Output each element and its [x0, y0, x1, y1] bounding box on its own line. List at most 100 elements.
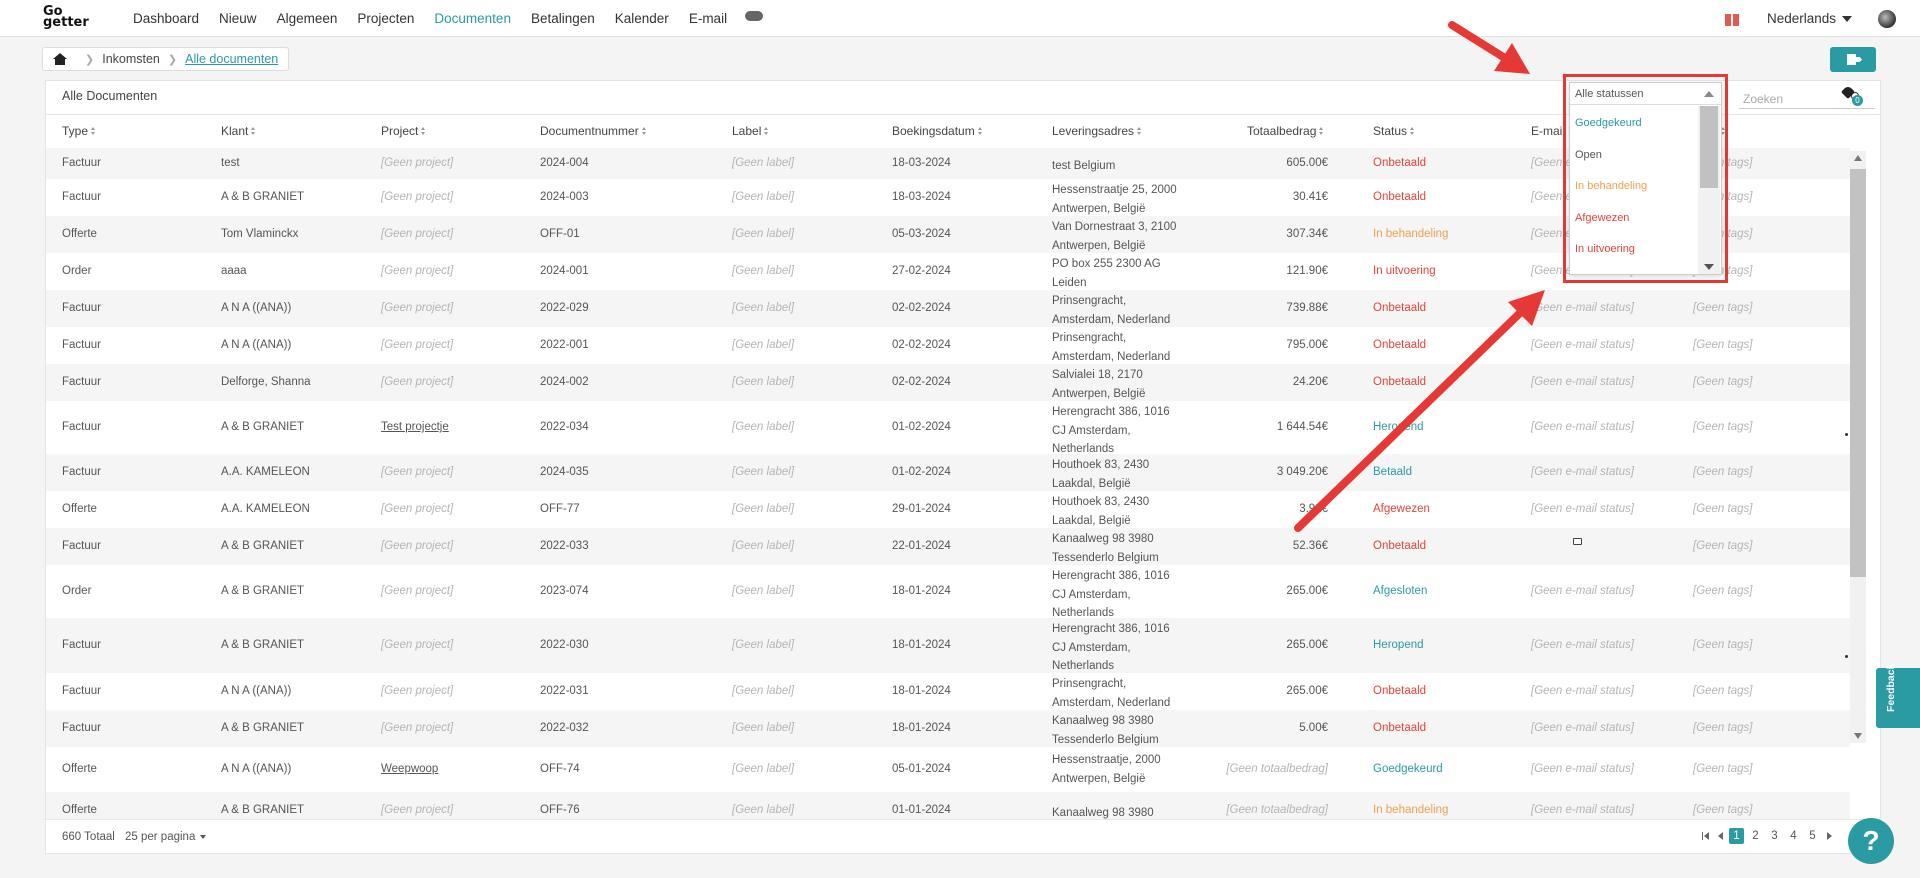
dropdown-scroll-thumb[interactable]	[1700, 106, 1718, 188]
sort-icon[interactable]	[91, 127, 96, 135]
client-cell[interactable]: A.A. KAMELEON	[221, 466, 310, 478]
client-cell[interactable]: A & B GRANIET	[221, 540, 304, 552]
column-header-project[interactable]: Project	[381, 124, 426, 138]
sort-icon[interactable]	[1319, 127, 1324, 135]
column-header-status[interactable]: Status	[1373, 124, 1415, 138]
email-status-cell: [Geen e-mail status]	[1531, 763, 1634, 775]
client-cell[interactable]: A.A. KAMELEON	[221, 503, 310, 515]
page-5[interactable]: 5	[1805, 828, 1820, 844]
table-row[interactable]: Offerte A.A. KAMELEON [Geen project] OFF-77…	[46, 491, 1850, 528]
next-page-icon[interactable]	[1824, 828, 1834, 844]
project-cell[interactable]: Test projectje	[381, 421, 449, 433]
column-header-totaalbedrag[interactable]: Totaalbedrag	[1247, 124, 1324, 138]
project-cell[interactable]: Weepwoop	[381, 763, 438, 775]
page-2[interactable]: 2	[1748, 828, 1763, 844]
table-row[interactable]: Factuur A & B GRANIET [Geen project] 2022-0…	[46, 618, 1850, 673]
status-option-inbehandeling[interactable]: In behandeling	[1575, 180, 1647, 192]
client-cell[interactable]: Tom Vlaminckx	[221, 228, 298, 240]
scroll-down-icon[interactable]	[1704, 264, 1714, 270]
column-header-documentnummer[interactable]: Documentnummer	[540, 124, 647, 138]
first-page-icon[interactable]	[1701, 828, 1711, 844]
sort-icon[interactable]	[251, 127, 256, 135]
page-3[interactable]: 3	[1767, 828, 1782, 844]
per-page-select[interactable]: 25 per pagina	[125, 831, 207, 843]
status-option-open[interactable]: Open	[1575, 149, 1602, 161]
column-header-type[interactable]: Type	[62, 124, 96, 138]
client-cell[interactable]: A N A ((ANA))	[221, 302, 291, 314]
help-button[interactable]: ?	[1848, 818, 1894, 864]
client-cell[interactable]: Delforge, Shanna	[221, 376, 311, 388]
sort-icon[interactable]	[977, 127, 983, 135]
status-option-goedgekeurd[interactable]: Goedgekeurd	[1575, 117, 1642, 129]
nav-item-algemeen[interactable]: Algemeen	[267, 0, 348, 37]
sort-icon[interactable]	[641, 127, 647, 135]
gogetter-logo[interactable]: Go getter	[43, 5, 101, 30]
language-select[interactable]: Nederlands	[1767, 11, 1852, 26]
row-menu-dot[interactable]	[1845, 433, 1848, 436]
status-option-inuitvoering[interactable]: In uitvoering	[1575, 243, 1635, 255]
scroll-down-icon[interactable]	[1854, 733, 1862, 739]
booking-date-cell: 18-03-2024	[892, 191, 951, 203]
status-filter-dropdown[interactable]: Alle statussen Goedgekeurd Open In behande…	[1569, 82, 1722, 275]
breadcrumb-alle-documenten[interactable]: Alle documenten	[185, 52, 278, 66]
export-button[interactable]	[1830, 47, 1876, 72]
row-menu-dot[interactable]	[1845, 655, 1848, 658]
tags-filter-button[interactable]: 0	[1840, 84, 1863, 106]
sort-icon[interactable]	[421, 127, 426, 135]
sort-icon[interactable]	[764, 127, 769, 135]
table-scrollbar[interactable]	[1850, 151, 1866, 743]
client-cell[interactable]: A N A ((ANA))	[221, 685, 291, 697]
page-1[interactable]: 1	[1729, 828, 1744, 844]
table-row[interactable]: Factuur A N A ((ANA)) [Geen project] 2022-0…	[46, 290, 1850, 327]
table-row[interactable]: Factuur Delforge, Shanna [Geen project] 202…	[46, 364, 1850, 401]
client-cell[interactable]: A & B GRANIET	[221, 722, 304, 734]
client-cell[interactable]: A & B GRANIET	[221, 191, 304, 203]
client-cell[interactable]: A N A ((ANA))	[221, 763, 291, 775]
email-status-cell: [Geen e-mail status]	[1531, 376, 1634, 388]
avatar[interactable]	[1878, 9, 1896, 28]
client-cell[interactable]: A & B GRANIET	[221, 585, 304, 597]
gift-icon[interactable]	[1724, 12, 1739, 26]
table-row[interactable]: Factuur A & B GRANIET [Geen project] 2022-0…	[46, 710, 1850, 747]
cloud-icon[interactable]	[745, 11, 764, 21]
nav-item-email[interactable]: E-mail	[679, 0, 737, 37]
client-cell[interactable]: test	[221, 157, 240, 169]
client-cell[interactable]: A N A ((ANA))	[221, 339, 291, 351]
prev-page-icon[interactable]	[1715, 828, 1725, 844]
feedback-tab[interactable]: Feedback	[1876, 664, 1920, 728]
nav-item-betalingen[interactable]: Betalingen	[521, 0, 605, 37]
client-cell[interactable]: A & B GRANIET	[221, 639, 304, 651]
breadcrumb-inkomsten[interactable]: Inkomsten	[102, 52, 160, 66]
table-row[interactable]: Factuur A N A ((ANA)) [Geen project] 2022-0…	[46, 673, 1850, 710]
nav-item-projecten[interactable]: Projecten	[347, 0, 424, 37]
table-row[interactable]: Factuur A & B GRANIET Test projectje 2022-0…	[46, 401, 1850, 455]
scroll-thumb[interactable]	[1850, 169, 1866, 577]
home-icon[interactable]	[53, 53, 67, 65]
nav-item-documenten[interactable]: Documenten	[424, 0, 521, 37]
table-row[interactable]: Offerte A N A ((ANA)) Weepwoop OFF-74 [Geen …	[46, 747, 1850, 792]
status-option-afgewezen[interactable]: Afgewezen	[1575, 212, 1629, 224]
client-cell[interactable]: aaaa	[221, 265, 247, 277]
sort-icon[interactable]	[1410, 127, 1415, 135]
table-row[interactable]: Factuur A N A ((ANA)) [Geen project] 2022-0…	[46, 327, 1850, 364]
sort-icon[interactable]	[1137, 127, 1142, 135]
nav-item-dashboard[interactable]: Dashboard	[123, 0, 209, 37]
status-cell: In uitvoering	[1373, 265, 1436, 277]
column-header-label[interactable]: Label	[732, 124, 769, 138]
envelope-icon[interactable]	[1573, 538, 1582, 545]
column-header-boekingsdatum[interactable]: Boekingsdatum	[892, 124, 983, 138]
scroll-up-icon[interactable]	[1854, 155, 1862, 161]
table-row[interactable]: Factuur A.A. KAMELEON [Geen project] 2024-0…	[46, 454, 1850, 491]
nav-item-nieuw[interactable]: Nieuw	[209, 0, 267, 37]
dropdown-scrollbar[interactable]	[1698, 106, 1720, 274]
column-header-leveringsadres[interactable]: Leveringsadres	[1052, 124, 1142, 138]
page-4[interactable]: 4	[1786, 828, 1801, 844]
table-row[interactable]: Order A & B GRANIET [Geen project] 2023-074…	[46, 565, 1850, 619]
column-header-klant[interactable]: Klant	[221, 124, 256, 138]
table-row[interactable]: Factuur A & B GRANIET [Geen project] 2022-0…	[46, 528, 1850, 565]
client-cell[interactable]: A & B GRANIET	[221, 421, 304, 433]
table-row[interactable]: Offerte A & B GRANIET [Geen project] OFF-76…	[46, 792, 1850, 820]
client-cell[interactable]: A & B GRANIET	[221, 804, 304, 816]
nav-item-kalender[interactable]: Kalender	[605, 0, 679, 37]
status-filter-selected[interactable]: Alle statussen	[1570, 83, 1721, 105]
